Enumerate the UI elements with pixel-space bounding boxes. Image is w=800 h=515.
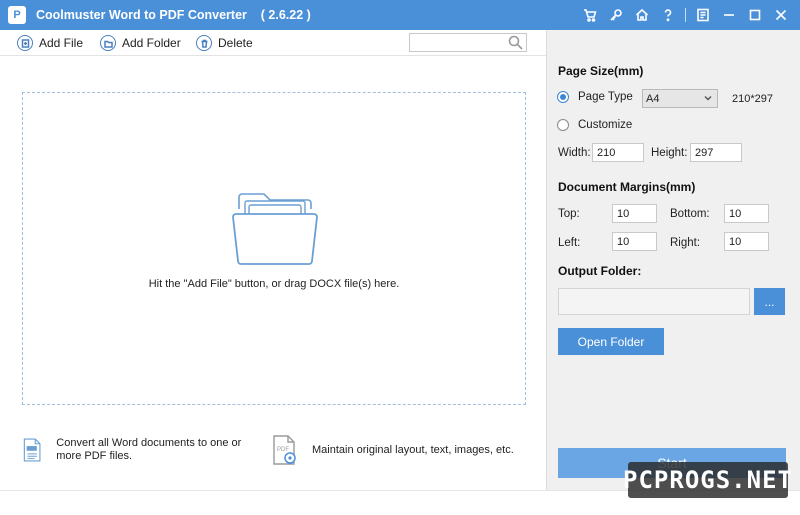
file-list-panel: Add File Add Folder Delete Hit the "Add … xyxy=(0,30,546,490)
height-label: Height: xyxy=(651,147,688,159)
output-folder-title: Output Folder: xyxy=(558,264,642,278)
page-type-select[interactable]: A4 xyxy=(642,89,718,108)
open-folder-button[interactable]: Open Folder xyxy=(558,328,664,355)
add-file-label: Add File xyxy=(39,36,84,50)
help-icon[interactable] xyxy=(655,0,681,30)
width-input[interactable]: 210 xyxy=(592,143,644,162)
feedback-icon[interactable] xyxy=(690,0,716,30)
left-margin-label: Left: xyxy=(558,237,581,249)
feature-item: PDF Maintain original layout, text, imag… xyxy=(272,435,532,465)
watermark: PCPROGS.NET xyxy=(623,462,792,498)
right-margin-label: Right: xyxy=(670,237,701,249)
settings-panel: Page Size(mm) Page Type A4 210*297 Custo… xyxy=(546,30,800,490)
home-icon[interactable] xyxy=(629,0,655,30)
chevron-down-icon xyxy=(703,93,713,103)
feature-item: Convert all Word documents to one or mor… xyxy=(22,435,262,465)
bottom-margin-label: Bottom: xyxy=(670,208,710,220)
search-input[interactable] xyxy=(410,34,506,51)
page-dimensions: 210*297 xyxy=(732,93,773,105)
customize-radio[interactable]: Customize xyxy=(557,119,632,131)
left-margin-input[interactable]: 10 xyxy=(612,232,657,251)
add-folder-icon xyxy=(100,35,116,51)
svg-text:PDF: PDF xyxy=(277,447,289,453)
right-margin-input[interactable]: 10 xyxy=(724,232,769,251)
height-input[interactable]: 297 xyxy=(690,143,742,162)
feature-text: Maintain original layout, text, images, … xyxy=(312,443,514,456)
customize-label: Customize xyxy=(578,119,633,131)
page-type-value: A4 xyxy=(646,92,660,105)
app-logo-icon: P xyxy=(8,6,26,24)
top-margin-input[interactable]: 10 xyxy=(612,204,657,223)
cart-icon[interactable] xyxy=(577,0,603,30)
drop-zone[interactable]: Hit the "Add File" button, or drag DOCX … xyxy=(22,92,526,405)
minimize-icon[interactable] xyxy=(716,0,742,30)
open-folder-icon xyxy=(232,193,318,265)
key-icon[interactable] xyxy=(603,0,629,30)
browse-button[interactable]: ... xyxy=(754,288,785,315)
delete-label: Delete xyxy=(218,36,253,50)
close-icon[interactable] xyxy=(768,0,794,30)
title-bar-divider xyxy=(685,8,686,22)
search-icon[interactable] xyxy=(508,35,523,50)
feature-text: Convert all Word documents to one or mor… xyxy=(56,437,242,462)
radio-unselected[interactable] xyxy=(557,119,569,131)
add-folder-button[interactable]: Add Folder xyxy=(100,34,181,52)
page-type-label: Page Type xyxy=(578,91,633,103)
window-title: Coolmuster Word to PDF Converter ( 2.6.2… xyxy=(36,8,311,22)
maximize-icon[interactable] xyxy=(742,0,768,30)
add-file-icon xyxy=(17,35,33,51)
output-path-field[interactable] xyxy=(558,288,750,315)
search-field[interactable] xyxy=(409,33,527,52)
drop-hint-text: Hit the "Add File" button, or drag DOCX … xyxy=(148,278,400,290)
delete-button[interactable]: Delete xyxy=(196,34,253,52)
top-margin-label: Top: xyxy=(558,208,580,220)
word-doc-icon xyxy=(23,438,41,462)
radio-selected[interactable] xyxy=(557,91,569,103)
trash-icon xyxy=(196,35,212,51)
page-size-title: Page Size(mm) xyxy=(558,64,644,78)
bottom-margin-input[interactable]: 10 xyxy=(724,204,769,223)
title-bar-controls xyxy=(577,0,794,30)
add-folder-label: Add Folder xyxy=(122,36,181,50)
width-label: Width: xyxy=(558,147,591,159)
pdf-settings-icon: PDF xyxy=(273,435,296,465)
title-bar: P Coolmuster Word to PDF Converter ( 2.6… xyxy=(0,0,800,30)
toolbar: Add File Add Folder Delete xyxy=(0,30,546,56)
page-type-radio[interactable]: Page Type xyxy=(557,91,633,103)
margins-title: Document Margins(mm) xyxy=(558,180,696,194)
add-file-button[interactable]: Add File xyxy=(17,34,83,52)
